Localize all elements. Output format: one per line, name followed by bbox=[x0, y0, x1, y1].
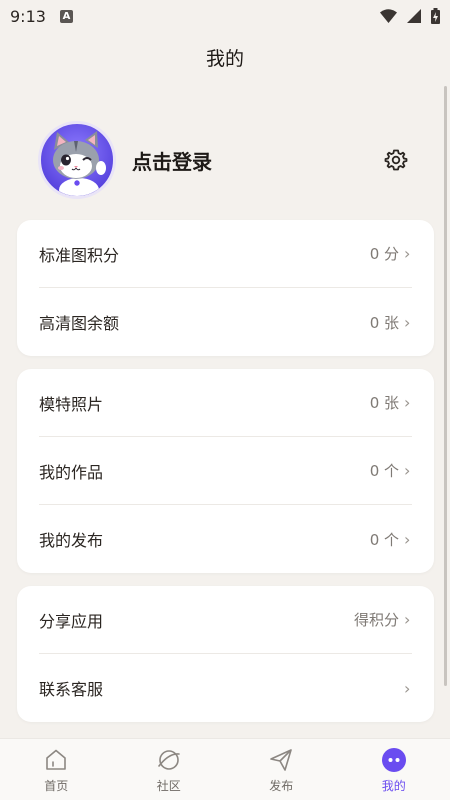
nav-label: 发布 bbox=[269, 779, 294, 793]
notification-icon: A bbox=[59, 9, 73, 23]
row-label: 高清图余额 bbox=[39, 314, 120, 333]
points-card: 标准图积分 0 分 › 高清图余额 0 张 › bbox=[17, 220, 434, 356]
nav-label: 我的 bbox=[381, 779, 406, 793]
status-bar: 9:13 A bbox=[0, 0, 450, 32]
gear-icon[interactable] bbox=[384, 148, 408, 172]
nav-label: 社区 bbox=[156, 779, 181, 793]
scrollbar[interactable] bbox=[444, 86, 447, 686]
row-share-app[interactable]: 分享应用 得积分 › bbox=[39, 586, 412, 654]
profile-bot-icon[interactable] bbox=[381, 747, 407, 773]
signal-icon bbox=[407, 9, 421, 23]
row-value: 0 分 bbox=[369, 245, 399, 263]
row-model-photos[interactable]: 模特照片 0 张 › bbox=[39, 369, 412, 437]
page-title: 我的 bbox=[205, 48, 244, 70]
cat-avatar-icon[interactable] bbox=[38, 121, 116, 199]
row-value: 0 个 bbox=[369, 530, 399, 549]
wifi-icon bbox=[380, 9, 397, 23]
row-label: 模特照片 bbox=[39, 394, 104, 414]
row-label: 标准图积分 bbox=[39, 245, 120, 265]
nav-label: 首页 bbox=[44, 779, 69, 793]
status-icons bbox=[380, 8, 440, 24]
login-prompt[interactable]: 点击登录 bbox=[132, 146, 212, 175]
nav-community[interactable]: 社区 bbox=[113, 739, 226, 800]
nav-profile[interactable]: 我的 bbox=[338, 739, 450, 800]
chevron-right-icon: › bbox=[404, 461, 411, 480]
row-value: 0 张 bbox=[369, 313, 399, 332]
row-label: 分享应用 bbox=[39, 611, 104, 631]
bottom-nav: 首页 社区 发布 我的 bbox=[0, 738, 450, 800]
chevron-right-icon: › bbox=[404, 312, 411, 332]
chevron-right-icon: › bbox=[404, 610, 411, 629]
content-card: 模特照片 0 张 › 我的作品 0 个 › 我的发布 0 个 › bbox=[17, 369, 434, 573]
battery-icon bbox=[431, 8, 440, 24]
service-card: 分享应用 得积分 › 联系客服 › bbox=[17, 586, 434, 722]
row-label: 联系客服 bbox=[39, 680, 104, 699]
chevron-right-icon: › bbox=[404, 393, 411, 412]
row-contact-support[interactable]: 联系客服 › bbox=[39, 654, 412, 722]
nav-publish[interactable]: 发布 bbox=[225, 739, 338, 800]
chevron-right-icon: › bbox=[404, 678, 411, 698]
row-value: 0 张 bbox=[369, 394, 399, 412]
chevron-right-icon: › bbox=[404, 529, 411, 549]
row-my-posts[interactable]: 我的发布 0 个 › bbox=[39, 505, 412, 573]
home-icon[interactable] bbox=[43, 747, 69, 773]
row-my-works[interactable]: 我的作品 0 个 › bbox=[39, 437, 412, 505]
planet-icon[interactable] bbox=[156, 747, 182, 773]
nav-home[interactable]: 首页 bbox=[0, 739, 113, 800]
send-icon[interactable] bbox=[268, 747, 294, 773]
row-label: 我的发布 bbox=[39, 531, 104, 550]
status-time: 9:13 bbox=[10, 6, 46, 26]
row-hd-balance[interactable]: 高清图余额 0 张 › bbox=[39, 288, 412, 356]
row-value: 0 个 bbox=[369, 462, 399, 480]
chevron-right-icon: › bbox=[404, 244, 411, 263]
row-standard-points[interactable]: 标准图积分 0 分 › bbox=[39, 220, 412, 288]
profile-header[interactable]: 点击登录 bbox=[38, 120, 410, 200]
row-label: 我的作品 bbox=[39, 462, 104, 482]
settings-button[interactable] bbox=[382, 146, 410, 174]
row-value: 得积分 bbox=[353, 611, 399, 629]
